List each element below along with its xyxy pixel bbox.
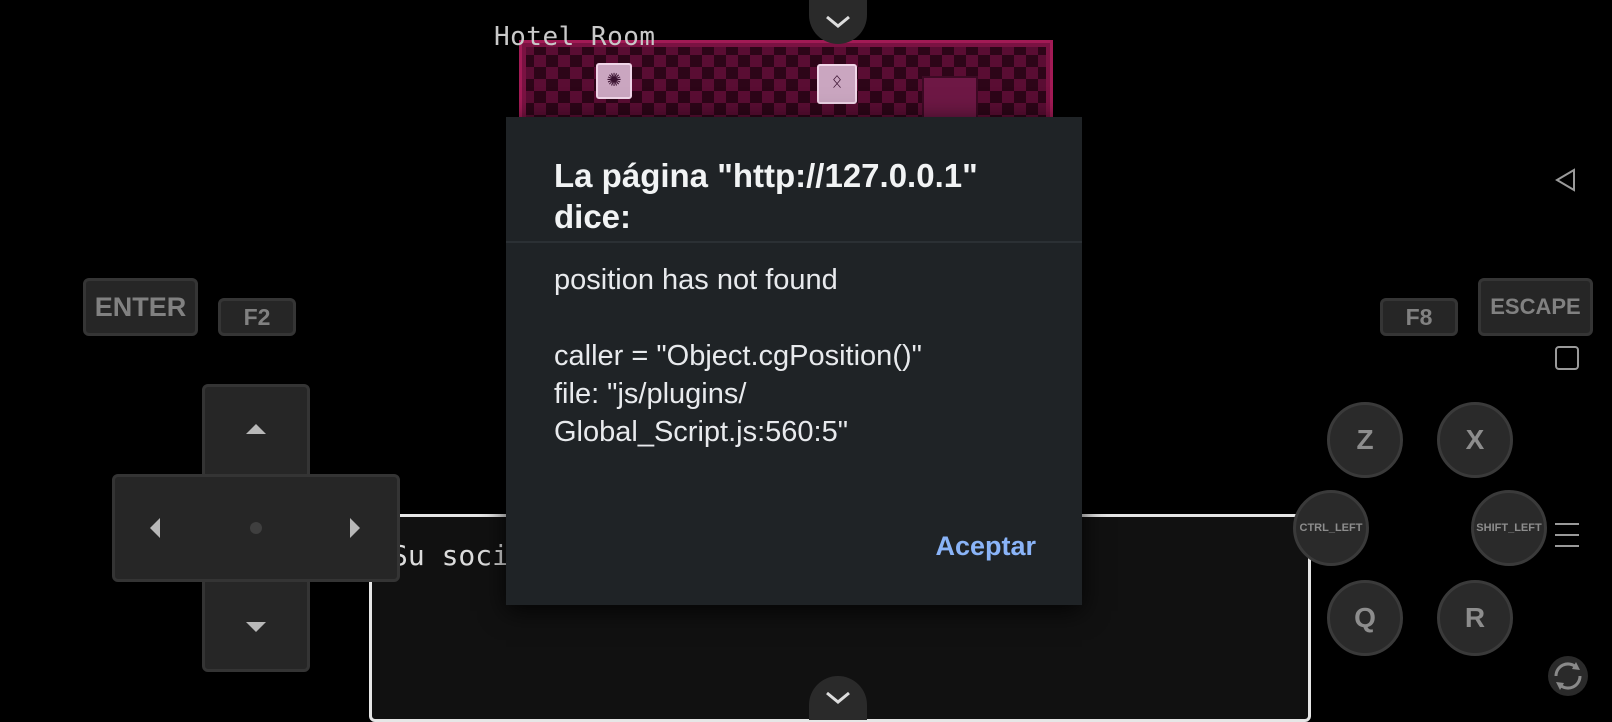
dpad-left-arrow-icon[interactable] — [144, 512, 166, 544]
dialog-message-line — [554, 299, 1054, 337]
ctrl-left-key-button[interactable]: CTRL_LEFT — [1293, 490, 1369, 566]
r-key-button[interactable]: R — [1437, 580, 1513, 656]
dpad-up-arrow-icon[interactable] — [240, 418, 272, 440]
f8-key-button[interactable]: F8 — [1380, 298, 1458, 336]
x-key-button[interactable]: X — [1437, 402, 1513, 478]
triangle-left-icon[interactable] — [1552, 166, 1580, 194]
escape-key-button[interactable]: ESCAPE — [1478, 278, 1593, 336]
dialog-message: position has not found caller = "Object.… — [554, 261, 1054, 451]
shift-left-key-button[interactable]: SHIFT_LEFT — [1471, 490, 1547, 566]
dialog-message-line: Global_Script.js:560:5" — [554, 416, 849, 448]
dpad-down-arrow-icon[interactable] — [240, 616, 272, 638]
map-name-label: Hotel Room — [494, 22, 656, 52]
enter-key-button[interactable]: ENTER — [83, 278, 198, 336]
dialog-divider — [506, 241, 1082, 243]
f2-key-button[interactable]: F2 — [218, 298, 296, 336]
dialog-message-line: position has not found — [554, 264, 838, 296]
chevron-down-icon — [826, 691, 850, 704]
q-key-button[interactable]: Q — [1327, 580, 1403, 656]
dpad-center-dot — [250, 522, 262, 534]
square-icon[interactable] — [1554, 345, 1580, 371]
accept-button[interactable]: Aceptar — [935, 531, 1036, 562]
z-key-button[interactable]: Z — [1327, 402, 1403, 478]
butterfly-picture-icon: ᛟ — [817, 64, 857, 104]
fan-picture-icon: ✺ — [596, 63, 632, 99]
alert-dialog: La página "http://127.0.0.1" dice: posit… — [506, 117, 1082, 605]
dialog-title: La página "http://127.0.0.1" dice: — [554, 157, 978, 235]
dpad-right-arrow-icon[interactable] — [344, 512, 366, 544]
dialog-message-line: caller = "Object.cgPosition()" — [554, 340, 922, 372]
dialog-message-line: file: "js/plugins/ — [554, 378, 747, 410]
message-text: Su soci — [391, 539, 510, 572]
hamburger-menu-icon[interactable] — [1554, 520, 1580, 550]
rotate-icon[interactable] — [1546, 654, 1590, 698]
